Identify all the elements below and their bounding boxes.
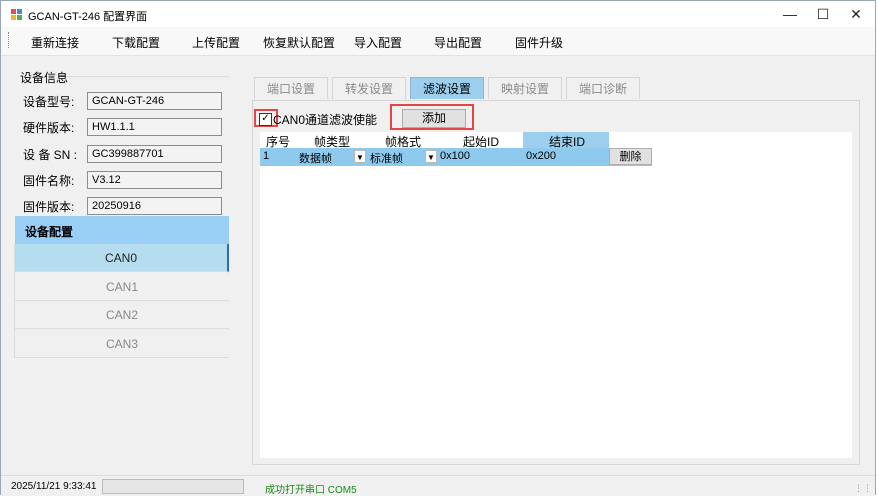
cell-index: 1 <box>263 150 270 162</box>
table-row[interactable]: 1 数据帧 ▼ 标准帧 ▼ 0x100 0x200 删除 <box>260 148 652 166</box>
tab-forward-settings[interactable]: 转发设置 <box>332 77 406 99</box>
status-progress-bar <box>102 479 244 494</box>
filter-enable-checkbox[interactable]: ✓ <box>259 113 272 126</box>
dropdown-arrow-icon: ▼ <box>427 153 435 162</box>
menu-upload-config[interactable]: 上传配置 <box>192 34 240 51</box>
firmware-name-label: 固件名称: <box>23 174 75 188</box>
menu-reconnect[interactable]: 重新连接 <box>31 34 79 51</box>
firmware-name-field: V3.12 <box>87 171 222 189</box>
dropdown-arrow-icon: ▼ <box>356 153 364 162</box>
device-config-item-can1[interactable]: CAN1 <box>15 273 229 301</box>
cell-end-id[interactable]: 0x200 <box>526 150 556 162</box>
tab-port-diagnostics[interactable]: 端口诊断 <box>566 77 640 99</box>
status-message: 成功打开串口 COM5 <box>265 485 357 496</box>
device-sn-field: GC399887701 <box>87 145 222 163</box>
device-config-item-can2[interactable]: CAN2 <box>15 301 229 329</box>
device-model-field: GCAN-GT-246 <box>87 92 222 110</box>
filter-table[interactable]: 序号 帧类型 帧格式 起始ID 结束ID 1 数据帧 ▼ 标准帧 ▼ 0x100… <box>260 132 852 458</box>
device-model-label: 设备型号: <box>23 95 75 109</box>
frame-type-dropdown[interactable]: ▼ <box>354 150 366 163</box>
maximize-icon: ☐ <box>816 6 830 22</box>
app-window: GCAN-GT-246 配置界面 — ☐ ✕ 重新连接 下载配置 上传配置 恢复… <box>0 0 876 496</box>
resize-grip-icon[interactable]: ⋮⋮ <box>854 483 872 494</box>
add-button[interactable]: 添加 <box>402 109 466 128</box>
close-icon: ✕ <box>850 6 862 22</box>
menu-grip <box>8 32 10 48</box>
window-title: GCAN-GT-246 配置界面 <box>28 11 148 23</box>
menu-bar: 重新连接 下载配置 上传配置 恢复默认配置 导入配置 导出配置 固件升级 <box>1 27 875 56</box>
hardware-version-label: 硬件版本: <box>23 121 75 135</box>
firmware-version-label: 固件版本: <box>23 200 75 214</box>
tab-mapping-settings[interactable]: 映射设置 <box>488 77 562 99</box>
tab-port-settings[interactable]: 端口设置 <box>254 77 328 99</box>
filter-enable-label[interactable]: CAN0通道滤波使能 <box>273 111 377 128</box>
add-highlight-box: 添加 <box>390 104 474 130</box>
cell-start-id[interactable]: 0x100 <box>440 150 470 162</box>
menu-export-config[interactable]: 导出配置 <box>434 34 482 51</box>
menu-firmware-upgrade[interactable]: 固件升级 <box>515 34 563 51</box>
minimize-button[interactable]: — <box>773 3 807 25</box>
group-divider <box>61 76 229 77</box>
table-header: 序号 帧类型 帧格式 起始ID 结束ID <box>260 132 610 150</box>
column-header-end-id[interactable]: 结束ID <box>549 133 585 150</box>
device-config-title: 设备配置 <box>25 225 74 239</box>
menu-restore-default[interactable]: 恢复默认配置 <box>263 34 335 51</box>
app-icon <box>11 9 22 20</box>
maximize-button[interactable]: ☐ <box>806 3 840 25</box>
cell-frame-format[interactable]: 标准帧 <box>370 150 403 166</box>
device-info-title: 设备信息 <box>20 71 69 85</box>
cell-frame-type[interactable]: 数据帧 <box>299 150 332 166</box>
status-datetime: 2025/11/21 9:33:41 <box>11 481 97 492</box>
menu-import-config[interactable]: 导入配置 <box>354 34 402 51</box>
frame-format-dropdown[interactable]: ▼ <box>425 150 437 163</box>
device-config-item-can0[interactable]: CAN0 <box>15 244 229 272</box>
close-button[interactable]: ✕ <box>839 3 873 25</box>
check-icon: ✓ <box>261 113 270 124</box>
device-sn-label: 设 备 SN : <box>23 148 78 162</box>
delete-row-button[interactable]: 删除 <box>609 148 652 165</box>
hardware-version-field: HW1.1.1 <box>87 118 222 136</box>
firmware-version-field: 20250916 <box>87 197 222 215</box>
title-bar: GCAN-GT-246 配置界面 — ☐ ✕ <box>1 1 875 27</box>
device-config-item-can3[interactable]: CAN3 <box>15 330 229 358</box>
minimize-icon: — <box>783 6 797 22</box>
menu-download-config[interactable]: 下载配置 <box>112 34 160 51</box>
device-config-header: 设备配置 <box>15 216 229 244</box>
tab-filter-settings[interactable]: 滤波设置 <box>410 77 484 99</box>
status-bar: 2025/11/21 9:33:41 成功打开串口 COM5 ⋮⋮ <box>1 475 875 496</box>
